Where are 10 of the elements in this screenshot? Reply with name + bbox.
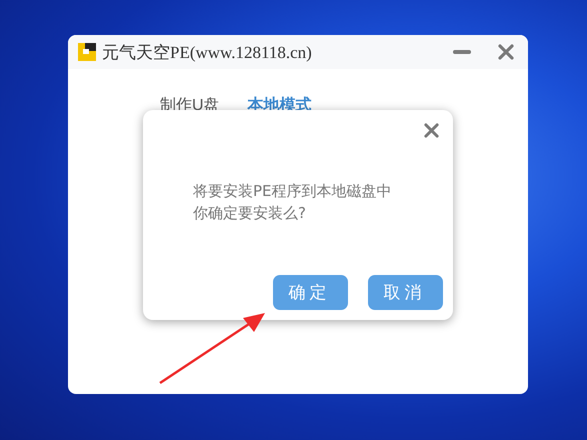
close-icon xyxy=(498,44,514,60)
dialog-message: 将要安装PE程序到本地磁盘中 xyxy=(193,182,393,200)
dialog-message: 你确定要安装么? xyxy=(193,204,307,222)
app-logo-icon xyxy=(78,43,96,61)
close-button[interactable] xyxy=(496,42,516,62)
close-icon xyxy=(424,122,438,138)
confirm-button[interactable]: 确定 xyxy=(273,275,348,310)
window-title: 元气天空PE(www.128118.cn) xyxy=(102,42,313,64)
cancel-button[interactable]: 取消 xyxy=(368,275,443,310)
minimize-icon xyxy=(453,49,471,55)
